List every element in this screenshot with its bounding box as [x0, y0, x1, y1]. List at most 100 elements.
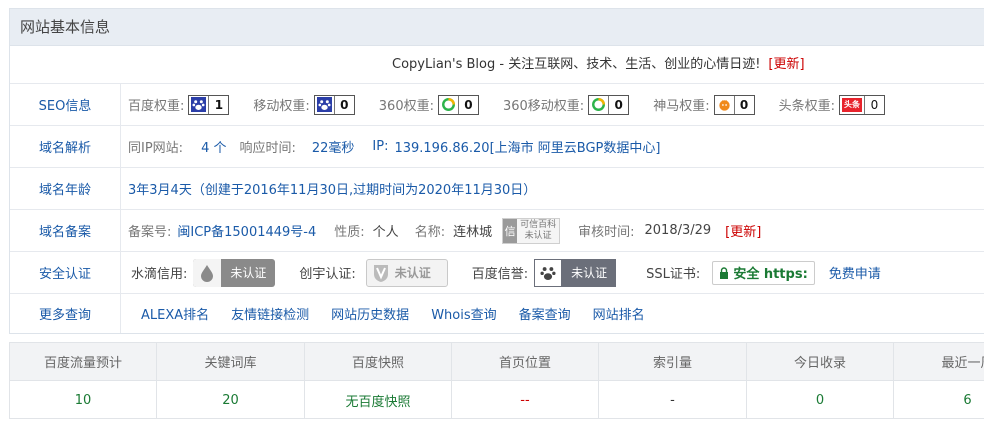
- stats-header-cell: 百度流量预计: [10, 343, 157, 380]
- more-row: 更多查询 ALEXA排名 友情链接检测 网站历史数据 Whois查询 备案查询 …: [10, 294, 984, 333]
- kexin-text: 可信百科 未认证: [517, 220, 559, 242]
- shenma-weight-value: 0: [733, 95, 754, 114]
- domain-age-value: 3年3月4天（创建于2016年11月30日,过期时间为2020年11月30日）: [128, 183, 537, 198]
- icp-number-value[interactable]: 闽ICP备15001449号-4: [177, 221, 316, 240]
- security-content: 水滴信用: 未认证 创宇认证: 未认证 百度信誉: 未认证 SSL证书: 安全 …: [121, 252, 881, 293]
- kexin-icon: 信: [503, 218, 518, 243]
- response-time-label: 响应时间:: [239, 141, 296, 156]
- 360-mobile-weight-label: 360移动权重:: [502, 99, 585, 114]
- baidu-credit-label: 百度信誉:: [471, 267, 529, 282]
- ip-label: IP:: [372, 139, 389, 154]
- icp-number-label: 备案号:: [128, 225, 172, 240]
- toutiao-weight-badge[interactable]: 头条 0: [838, 94, 885, 115]
- 360-ring-icon: [439, 96, 458, 114]
- kexin-title: 可信百科: [520, 219, 557, 230]
- mobile-weight-value: 0: [333, 95, 354, 114]
- toutiao-weight-label: 头条权重:: [778, 99, 835, 114]
- dns-content: 同IP网站: 4 个 响应时间: 22毫秒 IP: 139.196.86.20[…: [121, 126, 660, 167]
- stats-header-cell: 百度快照: [305, 343, 452, 380]
- 360-weight-value: 0: [457, 95, 478, 114]
- dns-row: 域名解析 同IP网站: 4 个 响应时间: 22毫秒 IP: 139.196.8…: [10, 126, 984, 168]
- alexa-rank-link[interactable]: ALEXA排名: [141, 304, 209, 323]
- baidu-paw-icon: [534, 258, 563, 287]
- stats-header-cell: 最近一周: [941, 356, 984, 371]
- seo-label[interactable]: SEO信息: [10, 84, 121, 125]
- same-ip-value[interactable]: 4 个: [201, 137, 226, 156]
- stats-header-row: 百度流量预计 关键词库 百度快照 首页位置 索引量 今日收录 最近一周: [10, 343, 984, 381]
- 360-mobile-weight-value: 0: [608, 95, 628, 114]
- shenma-weight-label: 神马权重:: [653, 99, 710, 114]
- security-label[interactable]: 安全认证: [10, 252, 121, 293]
- stats-value-cell: 0: [747, 381, 894, 419]
- stats-header-cell: 首页位置: [452, 343, 599, 380]
- icp-update-link[interactable]: [更新]: [725, 221, 761, 240]
- baidu-paw-icon: [315, 96, 334, 114]
- same-ip-label: 同IP网站:: [128, 141, 184, 156]
- free-apply-link[interactable]: 免费申请: [829, 263, 881, 282]
- stats-value-cell: 无百度快照: [305, 381, 452, 419]
- stats-value-cell: 10: [10, 381, 157, 419]
- ssl-badge[interactable]: 安全 https:: [712, 260, 815, 285]
- shuidi-status: 未认证: [230, 266, 267, 280]
- baidu-paw-icon: [189, 96, 208, 114]
- water-drop-icon: [193, 258, 222, 287]
- 360-weight-badge[interactable]: 0: [437, 94, 479, 115]
- history-data-link[interactable]: 网站历史数据: [331, 304, 409, 323]
- stats-value-cell: 20: [157, 381, 305, 419]
- site-update-link[interactable]: [更新]: [768, 57, 804, 72]
- whois-link[interactable]: Whois查询: [431, 304, 496, 323]
- more-content: ALEXA排名 友情链接检测 网站历史数据 Whois查询 备案查询 网站排名: [121, 294, 645, 333]
- response-time-value: 22毫秒: [311, 141, 355, 156]
- chuangzi-badge[interactable]: 未认证: [365, 258, 448, 287]
- stats-value-row: 10 20 无百度快照 -- - 0 6: [10, 381, 984, 419]
- shenma-horse-icon: [715, 96, 734, 114]
- seo-row: SEO信息 百度权重: 1 移动权重: 0 360权重: 0 360移动权重: …: [10, 84, 984, 126]
- baidu-weight-badge[interactable]: 1: [188, 94, 230, 115]
- baidu-weight-value: 1: [208, 95, 228, 114]
- icp-content: 备案号: 闽ICP备15001449号-4 性质: 个人 名称: 连林城 信 可…: [121, 210, 761, 251]
- friend-link-check-link[interactable]: 友情链接检测: [231, 304, 309, 323]
- ip-value[interactable]: 139.196.86.20[上海市 阿里云BGP数据中心]: [394, 137, 660, 156]
- domain-age-row: 域名年龄 3年3月4天（创建于2016年11月30日,过期时间为2020年11月…: [10, 168, 984, 210]
- v-shield-icon: [367, 263, 395, 283]
- chuangzi-status: 未认证: [394, 266, 431, 280]
- stats-value-cell: --: [452, 381, 599, 419]
- shuidi-label: 水滴信用:: [131, 267, 188, 282]
- toutiao-weight-value: 0: [863, 95, 884, 114]
- stats-header-cell: 关键词库: [157, 343, 305, 380]
- toutiao-icon: 头条: [840, 96, 864, 114]
- more-label[interactable]: 更多查询: [10, 294, 121, 333]
- icp-name-value: 连林城: [453, 225, 493, 240]
- site-info-panel: 网站基本信息 CopyLian's Blog - 关注互联网、技术、生活、创业的…: [9, 8, 984, 334]
- domain-age-label[interactable]: 域名年龄: [10, 168, 121, 209]
- icp-row: 域名备案 备案号: 闽ICP备15001449号-4 性质: 个人 名称: 连林…: [10, 210, 984, 252]
- kexin-status: 未认证: [524, 230, 552, 241]
- baidu-credit-badge[interactable]: 未认证: [534, 258, 617, 287]
- lock-icon: [719, 266, 729, 279]
- icp-label[interactable]: 域名备案: [10, 210, 121, 251]
- toutiao-icon-text: 头条: [841, 97, 862, 112]
- stats-header-cell: 索引量: [599, 343, 747, 380]
- ssl-status: 安全 https:: [733, 267, 808, 282]
- stats-table: 百度流量预计 关键词库 百度快照 首页位置 索引量 今日收录 最近一周 10 2…: [9, 342, 984, 419]
- shuidi-badge[interactable]: 未认证: [193, 258, 276, 287]
- icp-query-link[interactable]: 备案查询: [519, 304, 571, 323]
- 360-weight-label: 360权重:: [378, 99, 434, 114]
- 360-mobile-weight-badge[interactable]: 0: [588, 94, 630, 115]
- stats-header-cell: 今日收录: [747, 343, 894, 380]
- baidu-credit-status: 未认证: [571, 266, 608, 280]
- stats-value-cell: 6: [963, 392, 972, 408]
- icp-time-value: 2018/3/29: [644, 223, 712, 238]
- site-rank-link[interactable]: 网站排名: [593, 304, 645, 323]
- domain-age-content: 3年3月4天（创建于2016年11月30日,过期时间为2020年11月30日）: [121, 168, 536, 209]
- kexin-badge[interactable]: 信 可信百科 未认证: [502, 217, 561, 244]
- stats-value-cell: -: [599, 381, 747, 419]
- site-title: CopyLian's Blog - 关注互联网、技术、生活、创业的心情日迹!: [392, 57, 761, 72]
- shenma-weight-badge[interactable]: 0: [713, 94, 755, 115]
- security-row: 安全认证 水滴信用: 未认证 创宇认证: 未认证 百度信誉: 未认证 SSL证书…: [10, 252, 984, 294]
- seo-content: 百度权重: 1 移动权重: 0 360权重: 0 360移动权重: 0 神马权重…: [121, 84, 885, 125]
- mobile-weight-badge[interactable]: 0: [313, 94, 355, 115]
- icp-nature-value: 个人: [372, 225, 399, 240]
- icp-name-label: 名称:: [414, 225, 446, 240]
- dns-label[interactable]: 域名解析: [10, 126, 121, 167]
